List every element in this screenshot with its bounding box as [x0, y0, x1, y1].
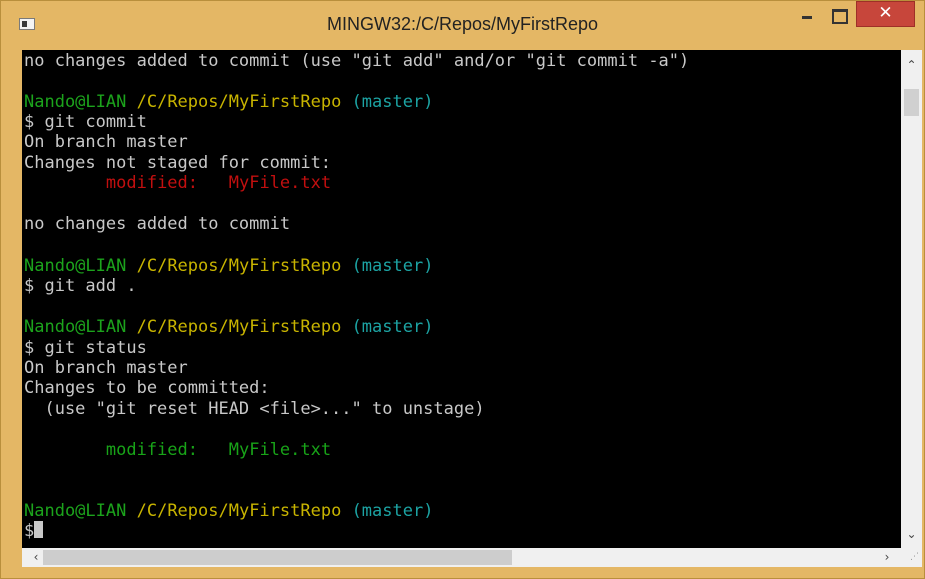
modified-file: MyFile.txt — [228, 173, 332, 193]
terminal-line: (use "git reset HEAD <file>..." to unsta… — [24, 399, 485, 419]
modified-label: modified: — [105, 173, 199, 193]
terminal-window: MINGW32:/C/Repos/MyFirstRepo ✕ no change… — [0, 0, 925, 579]
terminal-line: no changes added to commit (use "git add… — [24, 51, 690, 71]
terminal-line: Changes not staged for commit: — [24, 153, 332, 173]
close-icon: ✕ — [878, 3, 893, 23]
prompt-user: Nando@LIAN — [24, 501, 127, 521]
title-bar[interactable]: MINGW32:/C/Repos/MyFirstRepo ✕ — [1, 1, 924, 47]
prompt-path: /C/Repos/MyFirstRepo — [136, 317, 342, 337]
shell-prompt: $ — [24, 521, 35, 541]
prompt-line: Nando@LIAN /C/Repos/MyFirstRepo (master) — [24, 317, 433, 337]
scroll-right-icon[interactable]: › — [877, 548, 897, 567]
modified-file-line: modified: MyFile.txt — [24, 173, 331, 193]
terminal-output[interactable]: no changes added to commit (use "git add… — [22, 50, 901, 548]
terminal-line: On branch master — [24, 132, 188, 152]
prompt-branch: (master) — [351, 92, 434, 112]
prompt-line: Nando@LIAN /C/Repos/MyFirstRepo (master) — [24, 92, 433, 112]
text-cursor — [34, 521, 44, 538]
command-line: $ git commit — [24, 112, 147, 132]
horizontal-scroll-thumb[interactable] — [43, 550, 512, 565]
prompt-user: Nando@LIAN — [24, 92, 127, 112]
command-line: $ git status — [24, 338, 147, 358]
modified-label: modified: — [105, 440, 199, 460]
terminal-line: no changes added to commit — [24, 214, 291, 234]
prompt-branch: (master) — [351, 501, 434, 521]
horizontal-scrollbar[interactable]: ‹ › — [22, 548, 901, 567]
minimize-button[interactable] — [792, 1, 822, 27]
modified-file: MyFile.txt — [228, 440, 332, 460]
command-line: $ git add . — [24, 276, 137, 296]
staged-file-line: modified: MyFile.txt — [24, 440, 331, 460]
prompt-branch: (master) — [351, 256, 434, 276]
prompt-user: Nando@LIAN — [24, 317, 127, 337]
maximize-button[interactable] — [823, 1, 853, 27]
prompt-user: Nando@LIAN — [24, 256, 127, 276]
command-input-line[interactable]: $ — [24, 521, 44, 541]
vertical-scroll-thumb[interactable] — [904, 89, 919, 116]
prompt-line: Nando@LIAN /C/Repos/MyFirstRepo (master) — [24, 501, 433, 521]
terminal-line: On branch master — [24, 358, 188, 378]
prompt-path: /C/Repos/MyFirstRepo — [136, 256, 342, 276]
prompt-branch: (master) — [351, 317, 434, 337]
resize-grip-icon[interactable]: ⋰ — [901, 548, 922, 567]
window-title: MINGW32:/C/Repos/MyFirstRepo — [326, 14, 599, 34]
vertical-scrollbar[interactable]: ⌃ ⌄ — [901, 50, 922, 548]
prompt-path: /C/Repos/MyFirstRepo — [136, 501, 342, 521]
scroll-up-icon[interactable]: ⌃ — [901, 55, 922, 75]
prompt-line: Nando@LIAN /C/Repos/MyFirstRepo (master) — [24, 256, 433, 276]
scroll-down-icon[interactable]: ⌄ — [901, 524, 922, 544]
terminal-line: Changes to be committed: — [24, 378, 270, 398]
prompt-path: /C/Repos/MyFirstRepo — [136, 92, 342, 112]
close-button[interactable]: ✕ — [856, 1, 915, 27]
